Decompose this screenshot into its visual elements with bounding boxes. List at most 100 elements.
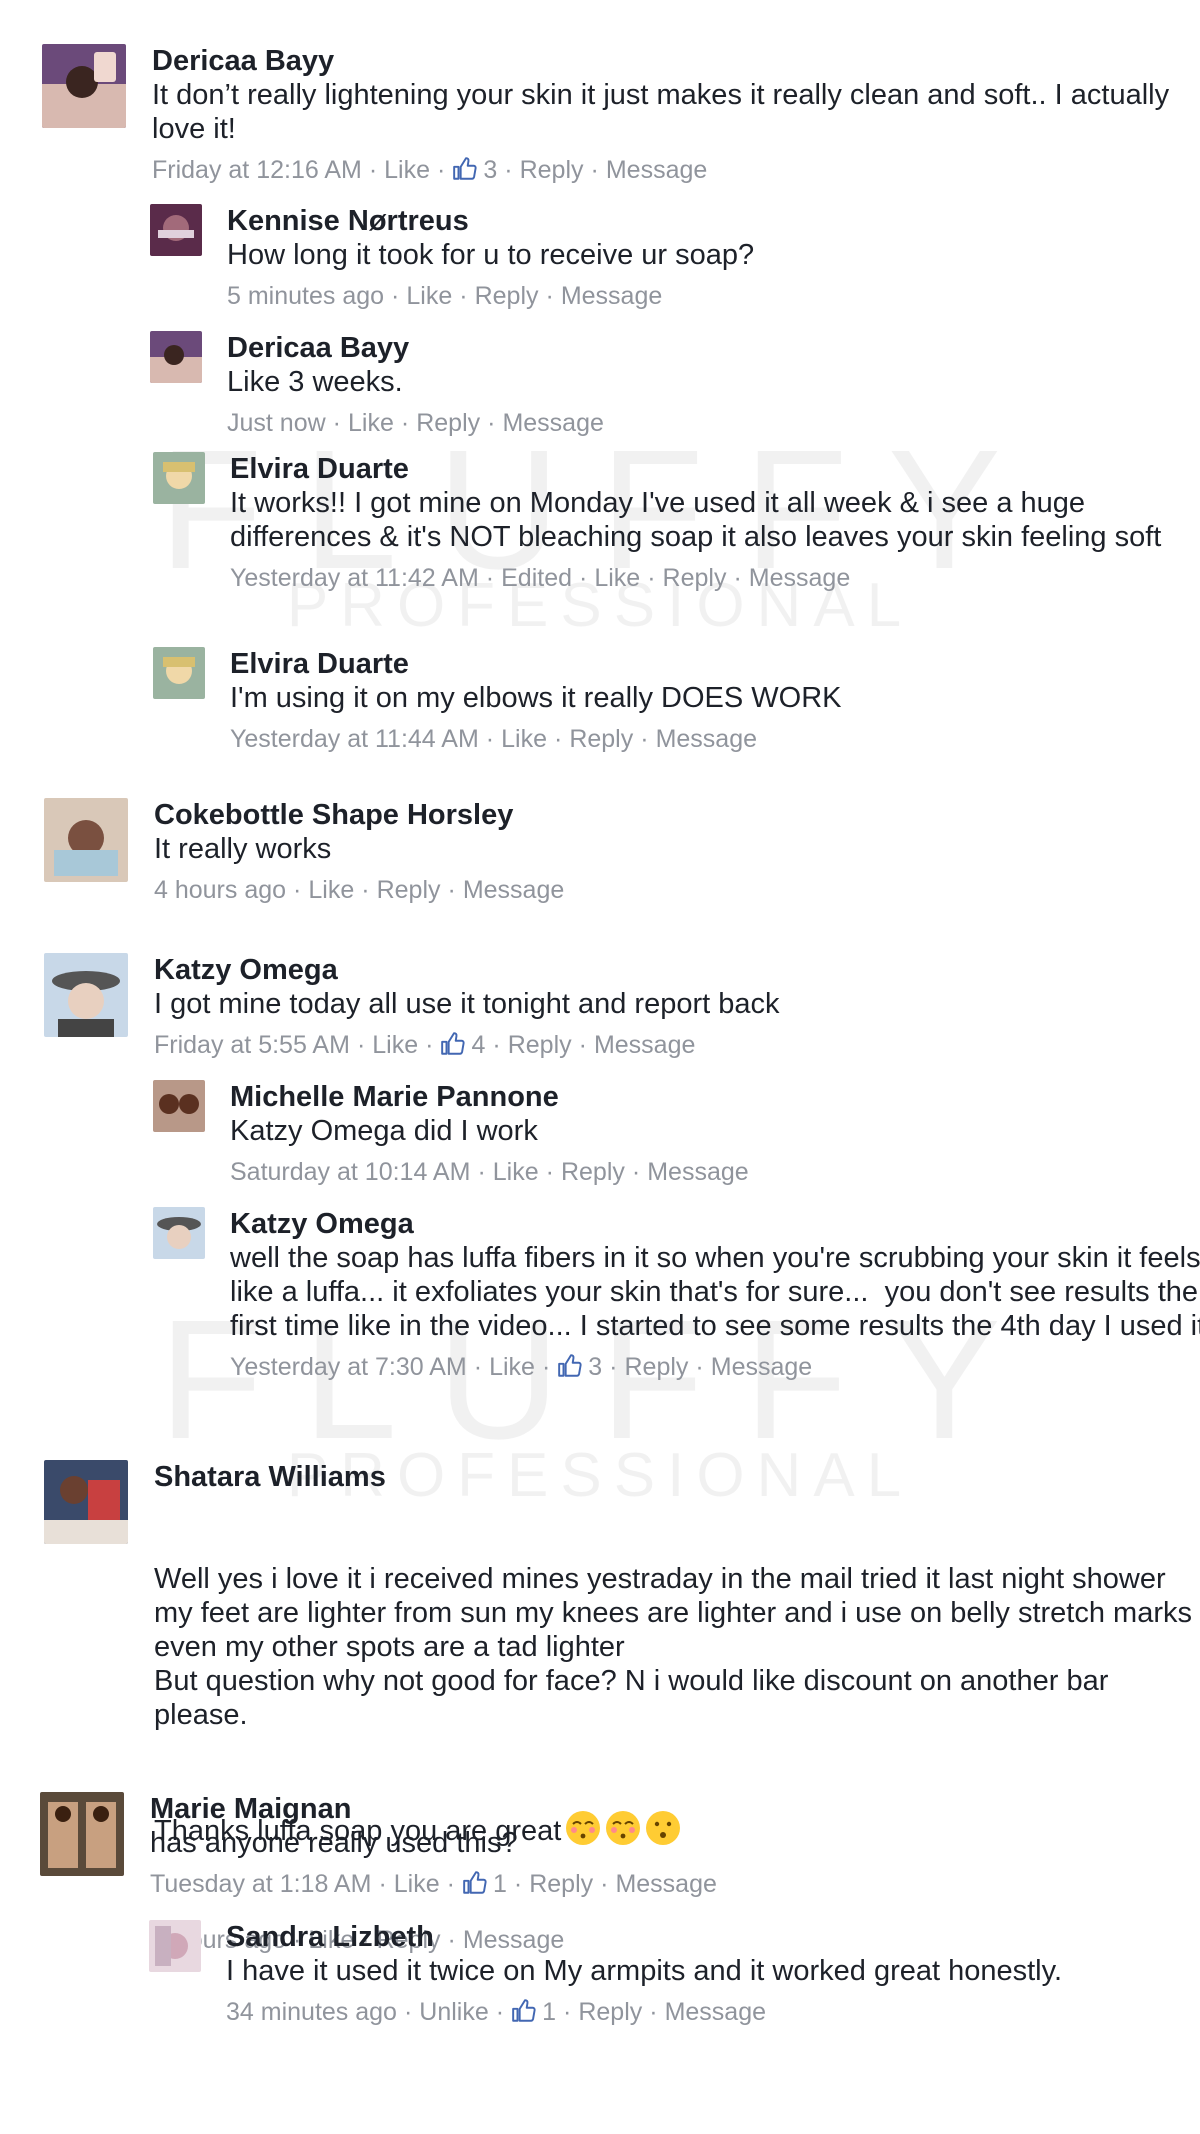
edited-label[interactable]: Edited xyxy=(501,564,572,592)
reply-link[interactable]: Reply xyxy=(569,725,633,753)
avatar[interactable] xyxy=(153,1080,205,1132)
thumbs-up-icon xyxy=(558,1354,582,1377)
thumbs-up-icon xyxy=(441,1032,466,1055)
comment-text: How long it took for u to receive ur soa… xyxy=(227,239,755,271)
comment-text: I got mine today all use it tonight and … xyxy=(154,988,780,1020)
message-link[interactable]: Message xyxy=(615,1870,716,1898)
commenter-name[interactable]: Elvira Duarte xyxy=(230,452,1200,486)
avatar[interactable] xyxy=(149,1920,201,1972)
comment-text: I'm using it on my elbows it really DOES… xyxy=(230,682,842,714)
comment-meta: 34 minutes ago · Unlike · 1 · Reply · Message xyxy=(226,1998,767,2026)
like-count[interactable]: 1 xyxy=(462,1870,507,1898)
avatar[interactable] xyxy=(153,1207,205,1259)
timestamp[interactable]: Yesterday at 7:30 AM xyxy=(230,1353,467,1381)
reply-link[interactable]: Reply xyxy=(663,564,727,592)
like-link[interactable]: Like xyxy=(594,564,640,592)
thumbs-up-icon xyxy=(463,1871,487,1894)
avatar[interactable] xyxy=(40,1792,124,1876)
message-link[interactable]: Message xyxy=(647,1158,748,1186)
timestamp[interactable]: Yesterday at 11:42 AM xyxy=(230,564,479,592)
timestamp[interactable]: Tuesday at 1:18 AM xyxy=(150,1870,371,1898)
comment-text: well the soap has luffa fibers in it so … xyxy=(230,1242,1200,1342)
reply-link[interactable]: Reply xyxy=(561,1158,625,1186)
like-link[interactable]: Like xyxy=(489,1353,535,1381)
timestamp[interactable]: Yesterday at 11:44 AM xyxy=(230,725,479,753)
comment-meta: Tuesday at 1:18 AM · Like · 1 · Reply · Message xyxy=(150,1870,717,1898)
like-count[interactable]: 3 xyxy=(452,156,497,184)
thumbs-up-icon xyxy=(453,157,477,180)
reply-link[interactable]: Reply xyxy=(475,282,539,310)
timestamp[interactable]: Friday at 5:55 AM xyxy=(154,1031,350,1059)
like-link[interactable]: Like xyxy=(501,725,547,753)
avatar[interactable] xyxy=(150,204,202,256)
message-link[interactable]: Message xyxy=(594,1031,695,1059)
comment-meta: Saturday at 10:14 AM · Like · Reply · Message xyxy=(230,1158,749,1186)
timestamp[interactable]: Friday at 12:16 AM xyxy=(152,156,362,184)
commenter-name[interactable]: Kennise Nørtreus xyxy=(227,204,1200,238)
avatar[interactable] xyxy=(44,798,128,882)
reply-link[interactable]: Reply xyxy=(508,1031,572,1059)
avatar[interactable] xyxy=(153,452,205,504)
like-count[interactable]: 1 xyxy=(511,1998,556,2026)
comment-text: It works!! I got mine on Monday I've use… xyxy=(230,487,1162,553)
message-link[interactable]: Message xyxy=(606,156,707,184)
comment-meta: Friday at 5:55 AM · Like · 4 · Reply · Message xyxy=(154,1031,696,1059)
like-link[interactable]: Like xyxy=(308,876,354,904)
like-link[interactable]: Like xyxy=(348,409,394,437)
commenter-name[interactable]: Dericaa Bayy xyxy=(152,44,1192,78)
commenter-name[interactable]: Katzy Omega xyxy=(230,1207,1200,1241)
commenter-name[interactable]: Marie Maignan xyxy=(150,1792,1190,1826)
avatar[interactable] xyxy=(44,1460,128,1544)
reply-link[interactable]: Reply xyxy=(377,876,441,904)
message-link[interactable]: Message xyxy=(463,876,564,904)
comment-text: It really works xyxy=(154,833,332,865)
reply-link[interactable]: Reply xyxy=(416,409,480,437)
like-count[interactable]: 4 xyxy=(440,1031,485,1059)
comment-meta: Yesterday at 11:44 AM · Like · Reply · Message xyxy=(230,725,758,753)
commenter-name[interactable]: Shatara Williams xyxy=(154,1460,1194,1494)
commenter-name[interactable]: Sandra Lizbeth xyxy=(226,1920,1200,1954)
message-link[interactable]: Message xyxy=(665,1998,766,2026)
comment-text: has anyone really used this? xyxy=(150,1827,518,1859)
unlike-link[interactable]: Unlike xyxy=(419,1998,488,2026)
comment-text: I have it used it twice on My armpits an… xyxy=(226,1955,1063,1987)
like-link[interactable]: Like xyxy=(493,1158,539,1186)
commenter-name[interactable]: Cokebottle Shape Horsley xyxy=(154,798,1194,832)
message-link[interactable]: Message xyxy=(561,282,662,310)
avatar[interactable] xyxy=(42,44,126,128)
message-link[interactable]: Message xyxy=(749,564,850,592)
avatar[interactable] xyxy=(44,953,128,1037)
like-link[interactable]: Like xyxy=(384,156,430,184)
comment-meta: 5 minutes ago · Like · Reply · Message xyxy=(227,282,663,310)
like-link[interactable]: Like xyxy=(394,1870,440,1898)
timestamp[interactable]: Saturday at 10:14 AM xyxy=(230,1158,470,1186)
timestamp[interactable]: 34 minutes ago xyxy=(226,1998,397,2026)
comment-meta: Yesterday at 11:42 AM · Edited · Like · Reply ·… xyxy=(230,564,851,592)
avatar[interactable] xyxy=(150,331,202,383)
reply-link[interactable]: Reply xyxy=(529,1870,593,1898)
comment-text: It don’t really lightening your skin it … xyxy=(152,79,1178,145)
like-link[interactable]: Like xyxy=(372,1031,418,1059)
reply-link[interactable]: Reply xyxy=(520,156,584,184)
comment-text: Katzy Omega did I work xyxy=(230,1115,538,1147)
timestamp[interactable]: 5 minutes ago xyxy=(227,282,384,310)
message-link[interactable]: Message xyxy=(656,725,757,753)
like-link[interactable]: Like xyxy=(406,282,452,310)
commenter-name[interactable]: Michelle Marie Pannone xyxy=(230,1080,1200,1114)
like-count[interactable]: 3 xyxy=(557,1353,602,1381)
commenter-name[interactable]: Katzy Omega xyxy=(154,953,1194,987)
message-link[interactable]: Message xyxy=(711,1353,812,1381)
timestamp[interactable]: 4 hours ago xyxy=(154,876,286,904)
commenter-name[interactable]: Elvira Duarte xyxy=(230,647,1200,681)
comment-text: Like 3 weeks. xyxy=(227,366,403,398)
comment-meta: Friday at 12:16 AM · Like · 3 · Reply · Message xyxy=(152,156,708,184)
comment-meta: Yesterday at 7:30 AM · Like · 3 · Reply · Messag… xyxy=(230,1353,813,1381)
comment-meta: Just now · Like · Reply · Message xyxy=(227,409,604,437)
commenter-name[interactable]: Dericaa Bayy xyxy=(227,331,1200,365)
avatar[interactable] xyxy=(153,647,205,699)
message-link[interactable]: Message xyxy=(502,409,603,437)
comment-meta: 4 hours ago · Like · Reply · Message xyxy=(154,876,565,904)
reply-link[interactable]: Reply xyxy=(625,1353,689,1381)
reply-link[interactable]: Reply xyxy=(578,1998,642,2026)
timestamp[interactable]: Just now xyxy=(227,409,326,437)
